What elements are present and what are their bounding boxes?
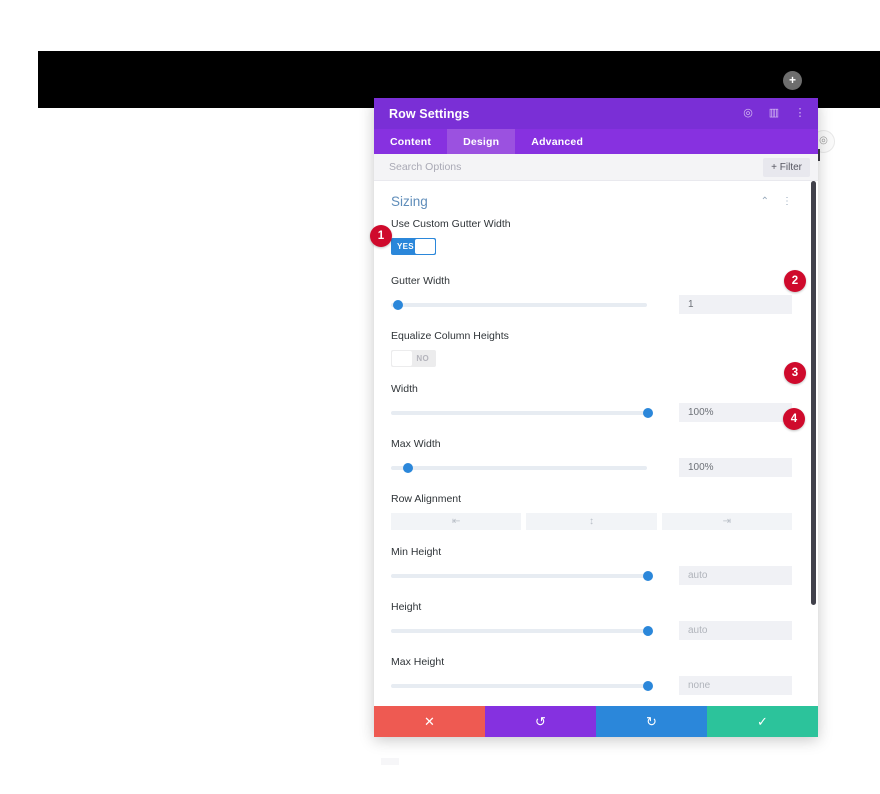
- toggle-state-label: YES: [397, 242, 414, 251]
- label-width: Width: [391, 383, 418, 395]
- slider-max-height[interactable]: [391, 679, 653, 693]
- slider-gutter-width[interactable]: [391, 298, 647, 312]
- row-settings-panel: Row Settings ◎ ▥ ⋮ Content Design Advanc…: [374, 98, 818, 737]
- slider-handle[interactable]: [643, 680, 653, 691]
- slider-min-height[interactable]: [391, 569, 653, 583]
- align-right-icon: ⇥: [722, 516, 732, 527]
- slider-rail: [391, 573, 647, 578]
- slider-handle[interactable]: [643, 625, 653, 636]
- field-max-width: Max Width 100%: [374, 438, 818, 477]
- callout-badge-3: 3: [784, 362, 806, 384]
- search-input[interactable]: [389, 161, 764, 173]
- value-max-width[interactable]: 100%: [679, 458, 792, 477]
- chevron-up-icon[interactable]: ⌃: [761, 196, 769, 207]
- label-max-height: Max Height: [391, 656, 445, 668]
- panel-body: Sizing ⌃ ⋮ Use Custom Gutter Width YES G…: [374, 181, 818, 706]
- layout-columns-icon[interactable]: ▥: [768, 108, 780, 120]
- slider-rail: [391, 628, 647, 633]
- tab-content[interactable]: Content: [374, 129, 447, 154]
- slider-rail: [391, 465, 647, 470]
- section-title-sizing: Sizing: [391, 194, 428, 209]
- field-height: Height auto: [374, 601, 818, 640]
- align-left-button[interactable]: ⇤: [391, 513, 522, 530]
- section-header-sizing[interactable]: Sizing ⌃ ⋮: [374, 181, 818, 218]
- callout-badge-4: 4: [783, 408, 805, 430]
- scrollbar-thumb[interactable]: [811, 181, 816, 605]
- slider-handle[interactable]: [403, 462, 413, 473]
- toggle-knob: [415, 239, 435, 254]
- value-height[interactable]: auto: [679, 621, 792, 640]
- toggle-knob: [392, 351, 412, 366]
- callout-badge-2: 2: [784, 270, 806, 292]
- slider-handle[interactable]: [643, 407, 653, 418]
- panel-tabs: Content Design Advanced: [374, 129, 818, 154]
- slider-width[interactable]: [391, 406, 653, 420]
- toggle-state-label: NO: [416, 354, 429, 363]
- field-width: Width 100%: [374, 383, 818, 422]
- slider-rail: [391, 683, 647, 688]
- panel-action-bar: ✕ ↺ ↻ ✓: [374, 706, 818, 737]
- target-icon[interactable]: ◎: [742, 108, 754, 120]
- slider-max-width[interactable]: [391, 461, 647, 475]
- value-width[interactable]: 100%: [679, 403, 792, 422]
- field-min-height: Min Height auto: [374, 546, 818, 585]
- align-center-icon: ↕: [588, 516, 594, 527]
- scrollbar-track[interactable]: [809, 181, 818, 706]
- label-max-width: Max Width: [391, 438, 441, 450]
- panel-header: Row Settings ◎ ▥ ⋮: [374, 98, 818, 129]
- save-button[interactable]: ✓: [707, 706, 818, 737]
- undo-button[interactable]: ↺: [485, 706, 596, 737]
- cancel-button[interactable]: ✕: [374, 706, 485, 737]
- field-row-alignment: Row Alignment ⇤ ↕ ⇥: [374, 493, 818, 530]
- filter-button[interactable]: + Filter: [763, 157, 810, 177]
- toggle-use-custom-gutter-width[interactable]: YES: [391, 238, 436, 255]
- label-row-alignment: Row Alignment: [391, 493, 462, 505]
- field-equalize-column-heights: Equalize Column Heights NO: [374, 330, 818, 367]
- field-gutter-width: Gutter Width 1: [374, 275, 818, 314]
- align-center-button[interactable]: ↕: [526, 513, 657, 530]
- slider-height[interactable]: [391, 624, 653, 638]
- slider-rail: [391, 410, 647, 415]
- value-gutter-width[interactable]: 1: [679, 295, 792, 314]
- align-left-icon: ⇤: [451, 516, 461, 527]
- settings-scroll-area: Sizing ⌃ ⋮ Use Custom Gutter Width YES G…: [374, 181, 818, 706]
- more-vertical-icon[interactable]: ⋮: [794, 108, 806, 120]
- label-equalize-column-heights: Equalize Column Heights: [391, 330, 509, 342]
- redo-button[interactable]: ↻: [596, 706, 707, 737]
- slider-handle[interactable]: [643, 570, 653, 581]
- label-height: Height: [391, 601, 422, 613]
- slider-handle[interactable]: [393, 299, 403, 310]
- value-max-height[interactable]: none: [679, 676, 792, 695]
- callout-badge-1: 1: [370, 225, 392, 247]
- search-row: + Filter: [374, 154, 818, 181]
- row-alignment-group: ⇤ ↕ ⇥: [391, 513, 792, 530]
- more-vertical-icon[interactable]: ⋮: [782, 196, 792, 207]
- field-use-custom-gutter-width: Use Custom Gutter Width YES: [374, 218, 818, 255]
- page-artifact: [381, 758, 399, 765]
- slider-rail: [391, 302, 647, 307]
- field-max-height: Max Height none: [374, 656, 818, 695]
- module-handle-stem: [818, 149, 820, 161]
- align-right-button[interactable]: ⇥: [661, 513, 792, 530]
- value-min-height[interactable]: auto: [679, 566, 792, 585]
- label-gutter-width: Gutter Width: [391, 275, 450, 287]
- add-row-button[interactable]: +: [783, 71, 802, 90]
- tab-design[interactable]: Design: [447, 129, 516, 154]
- label-min-height: Min Height: [391, 546, 442, 558]
- label-use-custom-gutter-width: Use Custom Gutter Width: [391, 218, 511, 230]
- page-title: Row Settings: [389, 106, 470, 121]
- toggle-equalize-column-heights[interactable]: NO: [391, 350, 436, 367]
- tab-advanced[interactable]: Advanced: [515, 129, 599, 154]
